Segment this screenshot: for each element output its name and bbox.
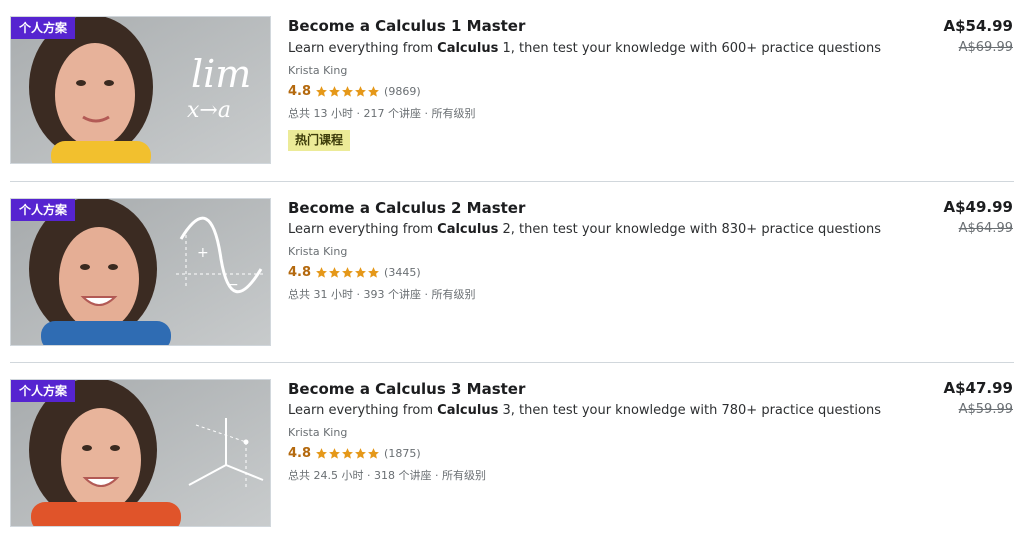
star-icon — [342, 85, 353, 97]
course-description: Learn everything from Calculus 3, then t… — [288, 403, 881, 418]
instructor-photo: lim x→a — [11, 17, 270, 163]
rating-row: 4.8 (1875) — [288, 444, 421, 462]
desc-suffix: 2, then test your knowledge with 830+ pr… — [498, 222, 881, 237]
course-card[interactable]: lim x→a 个人方案 Become a Calculus 1 Master … — [0, 0, 1031, 181]
plan-badge: 个人方案 — [11, 380, 76, 402]
star-icon — [368, 85, 379, 97]
instructor-name: Krista King — [288, 426, 348, 439]
star-icon — [329, 85, 340, 97]
desc-bold: Calculus — [437, 222, 499, 237]
course-description: Learn everything from Calculus 2, then t… — [288, 222, 881, 237]
course-card[interactable]: 个人方案 Become a Calculus 3 Master Learn ev… — [0, 362, 1031, 543]
star-icon — [368, 266, 379, 278]
course-title[interactable]: Become a Calculus 1 Master — [288, 17, 525, 35]
rating-value: 4.8 — [288, 445, 312, 461]
original-price: A$69.99 — [958, 40, 1013, 55]
plan-badge: 个人方案 — [11, 199, 76, 221]
rating-stars — [315, 447, 380, 460]
course-meta: 总共 31 小时 · 393 个讲座 · 所有级别 — [288, 288, 476, 301]
svg-text:−: − — [227, 277, 239, 293]
desc-prefix: Learn everything from — [288, 222, 438, 237]
course-card[interactable]: + − 个人方案 Become a Calculus 2 Master Lear… — [0, 181, 1031, 362]
rating-stars — [315, 266, 380, 279]
instructor-photo: + − — [11, 199, 270, 345]
svg-text:x→a: x→a — [187, 98, 231, 123]
course-title[interactable]: Become a Calculus 3 Master — [288, 380, 525, 398]
course-thumbnail[interactable]: 个人方案 — [10, 379, 271, 527]
plan-badge: 个人方案 — [11, 17, 76, 39]
course-thumbnail[interactable]: lim x→a 个人方案 — [10, 16, 271, 164]
star-icon — [368, 447, 379, 459]
course-meta: 总共 13 小时 · 217 个讲座 · 所有级别 — [288, 107, 476, 120]
rating-stars — [315, 85, 380, 98]
instructor-photo — [11, 380, 270, 526]
star-icon — [355, 85, 366, 97]
star-icon — [355, 447, 366, 459]
instructor-name: Krista King — [288, 64, 348, 77]
desc-bold: Calculus — [437, 403, 499, 418]
course-thumbnail[interactable]: + − 个人方案 — [10, 198, 271, 346]
current-price: A$47.99 — [943, 379, 1014, 397]
svg-text:+: + — [197, 245, 209, 261]
desc-suffix: 3, then test your knowledge with 780+ pr… — [498, 403, 881, 418]
star-icon — [329, 447, 340, 459]
svg-text:lim: lim — [191, 52, 251, 96]
rating-count: (3445) — [384, 265, 421, 279]
instructor-name: Krista King — [288, 245, 348, 258]
star-icon — [355, 266, 366, 278]
rating-count: (9869) — [384, 84, 421, 98]
desc-suffix: 1, then test your knowledge with 600+ pr… — [498, 41, 881, 56]
desc-bold: Calculus — [437, 41, 499, 56]
star-icon — [342, 266, 353, 278]
course-title[interactable]: Become a Calculus 2 Master — [288, 199, 525, 217]
star-icon — [316, 85, 327, 97]
bestseller-badge: 热门课程 — [288, 130, 351, 151]
star-icon — [329, 266, 340, 278]
star-icon — [316, 447, 327, 459]
original-price: A$64.99 — [958, 221, 1013, 236]
rating-count: (1875) — [384, 446, 421, 460]
current-price: A$54.99 — [943, 17, 1014, 35]
star-icon — [342, 447, 353, 459]
desc-prefix: Learn everything from — [288, 403, 438, 418]
course-meta: 总共 24.5 小时 · 318 个讲座 · 所有级别 — [288, 469, 486, 482]
desc-prefix: Learn everything from — [288, 41, 438, 56]
course-description: Learn everything from Calculus 1, then t… — [288, 41, 881, 56]
rating-value: 4.8 — [288, 83, 312, 99]
rating-row: 4.8 (9869) — [288, 82, 421, 100]
star-icon — [316, 266, 327, 278]
rating-row: 4.8 (3445) — [288, 263, 421, 281]
original-price: A$59.99 — [958, 402, 1013, 417]
rating-value: 4.8 — [288, 264, 312, 280]
current-price: A$49.99 — [943, 198, 1014, 216]
